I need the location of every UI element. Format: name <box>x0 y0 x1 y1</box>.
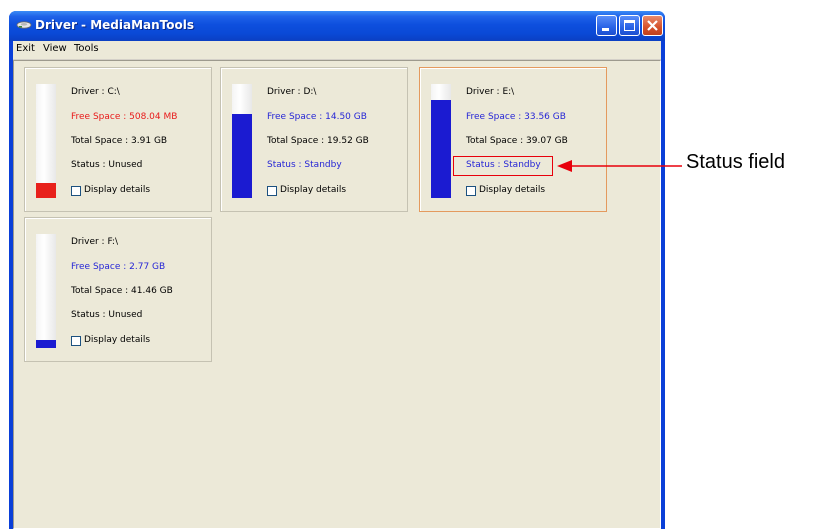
total-space: Total Space : 19.52 GB <box>267 136 369 146</box>
drive-label: Driver : E:\ <box>466 87 515 97</box>
drive-status: Status : Unused <box>71 160 143 170</box>
display-details-checkbox[interactable] <box>71 186 81 196</box>
drive-panel-f: Driver : F:\ Free Space : 2.77 GB Total … <box>24 217 212 362</box>
display-details-checkbox[interactable] <box>71 336 81 346</box>
drive-panel-d: Driver : D:\ Free Space : 14.50 GB Total… <box>220 67 408 212</box>
display-details-label[interactable]: Display details <box>84 335 150 345</box>
maximize-button[interactable] <box>619 15 640 36</box>
menu-tools[interactable]: Tools <box>74 43 99 54</box>
drive-status: Status : Standby <box>267 160 342 170</box>
callout-arrow-icon <box>557 160 682 172</box>
usage-gauge-fill <box>431 99 451 198</box>
display-details-checkbox[interactable] <box>466 186 476 196</box>
title-bar[interactable]: Driver - MediaManTools <box>9 11 665 41</box>
usage-gauge-fill <box>36 340 56 348</box>
menu-exit[interactable]: Exit <box>16 43 35 54</box>
display-details-label[interactable]: Display details <box>280 185 346 195</box>
display-details-label[interactable]: Display details <box>84 185 150 195</box>
usage-gauge <box>431 84 451 198</box>
free-space: Free Space : 2.77 GB <box>71 262 166 272</box>
minimize-button[interactable] <box>596 15 617 36</box>
client-area: Exit View Tools Driver : C:\ Free Space … <box>13 41 661 529</box>
usage-gauge-fill <box>232 113 252 198</box>
total-space: Total Space : 41.46 GB <box>71 286 173 296</box>
free-space: Free Space : 14.50 GB <box>267 112 367 122</box>
callout-label: Status field <box>686 151 785 173</box>
window-title: Driver - MediaManTools <box>35 18 195 32</box>
status-highlight-box <box>453 156 553 176</box>
total-space: Total Space : 3.91 GB <box>71 136 168 146</box>
menu-view[interactable]: View <box>43 43 67 54</box>
close-button[interactable] <box>642 15 663 36</box>
usage-gauge <box>232 84 252 198</box>
maximize-icon <box>624 20 635 31</box>
display-details-checkbox[interactable] <box>267 186 277 196</box>
usage-gauge <box>36 234 56 348</box>
drive-label: Driver : C:\ <box>71 87 120 97</box>
app-window: Driver - MediaManTools Exit View Tools D… <box>9 11 665 529</box>
usage-gauge <box>36 84 56 198</box>
free-space: Free Space : 33.56 GB <box>466 112 566 122</box>
drive-label: Driver : D:\ <box>267 87 317 97</box>
drive-label: Driver : F:\ <box>71 237 118 247</box>
menu-bar: Exit View Tools <box>13 41 661 60</box>
free-space: Free Space : 508.04 MB <box>71 112 178 122</box>
display-details-label[interactable]: Display details <box>479 185 545 195</box>
drive-panel-c: Driver : C:\ Free Space : 508.04 MB Tota… <box>24 67 212 212</box>
minimize-icon <box>602 28 609 31</box>
total-space: Total Space : 39.07 GB <box>466 136 568 146</box>
close-icon <box>647 20 658 31</box>
drive-status: Status : Unused <box>71 310 143 320</box>
drive-panel-e[interactable]: Driver : E:\ Free Space : 33.56 GB Total… <box>419 67 607 212</box>
drive-icon <box>16 21 32 29</box>
usage-gauge-fill <box>36 183 56 198</box>
